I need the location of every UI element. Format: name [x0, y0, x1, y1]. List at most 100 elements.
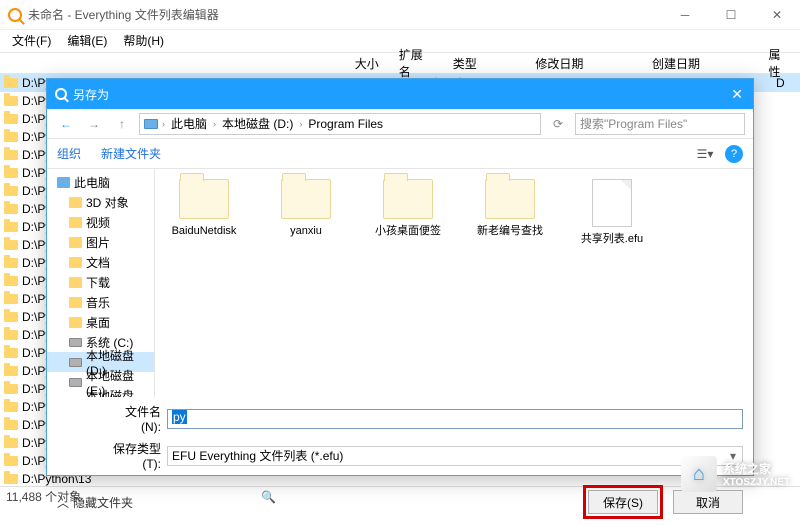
folder-icon — [4, 402, 18, 412]
drive-icon — [69, 338, 82, 347]
dialog-title: 另存为 — [73, 86, 109, 103]
folder-icon — [4, 78, 18, 88]
computer-icon — [144, 119, 158, 129]
filename-label: 文件名(N): — [107, 403, 161, 434]
tree-label: 3D 对象 — [86, 194, 129, 211]
file-item[interactable]: 小孩桌面便签 — [371, 179, 445, 238]
tree-item[interactable]: 本地磁盘 (F:) — [47, 392, 154, 397]
column-headers: 大小 扩展名 类型 修改日期 创建日期 属性 — [0, 52, 800, 74]
folder-icon — [4, 114, 18, 124]
nav-up-button[interactable]: ↑ — [111, 113, 133, 135]
folder-icon — [69, 317, 82, 328]
folder-icon — [4, 168, 18, 178]
organize-button[interactable]: 组织 — [57, 145, 81, 162]
folder-tree[interactable]: 此电脑3D 对象视频图片文档下载音乐桌面系统 (C:)本地磁盘 (D:)本地磁盘… — [47, 169, 155, 397]
watermark: ⌂ 系统之家 XTOSZJY.NET — [681, 456, 790, 492]
save-dialog: 另存为 ✕ ← → ↑ › 此电脑 › 本地磁盘 (D:) › Program … — [46, 78, 754, 476]
tree-item[interactable]: 文档 — [47, 252, 154, 272]
chevron-right-icon: › — [213, 119, 216, 129]
file-label: BaiduNetdisk — [172, 225, 237, 238]
folder-icon — [4, 96, 18, 106]
tree-label: 下载 — [86, 274, 110, 291]
breadcrumb-seg[interactable]: Program Files — [304, 117, 387, 131]
cancel-button[interactable]: 取消 — [673, 490, 743, 514]
tree-item[interactable]: 此电脑 — [47, 172, 154, 192]
refresh-button[interactable]: ⟳ — [547, 113, 569, 135]
tree-label: 音乐 — [86, 294, 110, 311]
breadcrumb-seg[interactable]: 此电脑 — [167, 115, 211, 132]
tree-label: 本地磁盘 (F:) — [86, 387, 154, 398]
file-item[interactable]: 新老编号查找 — [473, 179, 547, 238]
folder-icon — [4, 456, 18, 466]
col-modified[interactable]: 修改日期 — [525, 55, 642, 72]
file-item[interactable]: yanxiu — [269, 179, 343, 238]
folder-icon — [69, 277, 82, 288]
dialog-close-button[interactable]: ✕ — [731, 86, 743, 103]
view-options-button[interactable]: ☰▾ — [693, 144, 717, 164]
new-folder-button[interactable]: 新建文件夹 — [101, 145, 161, 162]
chevron-up-icon: ︿ — [57, 494, 69, 511]
minimize-button[interactable]: ─ — [662, 0, 708, 30]
folder-icon — [4, 348, 18, 358]
menu-edit[interactable]: 编辑(E) — [61, 30, 113, 52]
drive-icon — [69, 358, 82, 367]
folder-icon — [4, 276, 18, 286]
maximize-button[interactable]: ☐ — [708, 0, 754, 30]
col-type[interactable]: 类型 — [443, 55, 526, 72]
folder-icon — [69, 237, 82, 248]
nav-forward-button[interactable]: → — [83, 113, 105, 135]
folder-icon — [281, 179, 331, 219]
tree-label: 视频 — [86, 214, 110, 231]
tree-item[interactable]: 下载 — [47, 272, 154, 292]
folder-icon — [4, 258, 18, 268]
folder-icon — [4, 474, 18, 484]
filetype-label: 保存类型(T): — [107, 440, 161, 471]
folder-icon — [4, 384, 18, 394]
search-input[interactable]: 搜索"Program Files" — [575, 113, 745, 135]
dialog-titlebar: 另存为 ✕ — [47, 79, 753, 109]
filetype-select[interactable]: EFU Everything 文件列表 (*.efu) — [167, 446, 743, 466]
row-attr: D — [776, 76, 800, 90]
app-icon — [8, 8, 22, 22]
col-size[interactable]: 大小 — [342, 55, 389, 72]
filename-input[interactable]: py — [167, 409, 743, 429]
file-area[interactable]: BaiduNetdisk yanxiu 小孩桌面便签 新老编号查找 共享列表.e… — [155, 169, 753, 397]
save-button[interactable]: 保存(S) — [588, 490, 658, 514]
save-highlight: 保存(S) — [583, 485, 663, 519]
close-button[interactable]: ✕ — [754, 0, 800, 30]
file-label: 共享列表.efu — [581, 233, 643, 246]
dialog-icon — [55, 88, 67, 100]
hide-folders-button[interactable]: ︿ 隐藏文件夹 — [57, 494, 133, 511]
folder-icon — [4, 222, 18, 232]
file-item[interactable]: BaiduNetdisk — [167, 179, 241, 238]
menu-file[interactable]: 文件(F) — [6, 30, 57, 52]
search-placeholder: 搜索"Program Files" — [580, 115, 687, 132]
folder-icon — [69, 297, 82, 308]
menu-help[interactable]: 帮助(H) — [117, 30, 170, 52]
breadcrumb[interactable]: › 此电脑 › 本地磁盘 (D:) › Program Files — [139, 113, 541, 135]
folder-icon — [4, 294, 18, 304]
window-title: 未命名 - Everything 文件列表编辑器 — [28, 6, 219, 23]
file-item[interactable]: 共享列表.efu — [575, 179, 649, 246]
tree-item[interactable]: 桌面 — [47, 312, 154, 332]
tree-label: 桌面 — [86, 314, 110, 331]
folder-icon — [4, 366, 18, 376]
col-created[interactable]: 创建日期 — [642, 55, 759, 72]
folder-icon — [4, 420, 18, 430]
folder-icon — [4, 204, 18, 214]
chevron-right-icon: › — [299, 119, 302, 129]
tree-item[interactable]: 音乐 — [47, 292, 154, 312]
tree-label: 文档 — [86, 254, 110, 271]
help-icon[interactable]: ? — [725, 145, 743, 163]
breadcrumb-seg[interactable]: 本地磁盘 (D:) — [218, 115, 297, 132]
tree-item[interactable]: 3D 对象 — [47, 192, 154, 212]
tree-item[interactable]: 图片 — [47, 232, 154, 252]
folder-icon — [485, 179, 535, 219]
nav-back-button[interactable]: ← — [55, 113, 77, 135]
watermark-url: XTOSZJY.NET — [723, 477, 790, 488]
tree-label: 此电脑 — [74, 174, 110, 191]
dialog-nav: ← → ↑ › 此电脑 › 本地磁盘 (D:) › Program Files … — [47, 109, 753, 139]
tree-item[interactable]: 视频 — [47, 212, 154, 232]
watermark-text: 系统之家 — [723, 460, 790, 477]
folder-icon — [69, 217, 82, 228]
